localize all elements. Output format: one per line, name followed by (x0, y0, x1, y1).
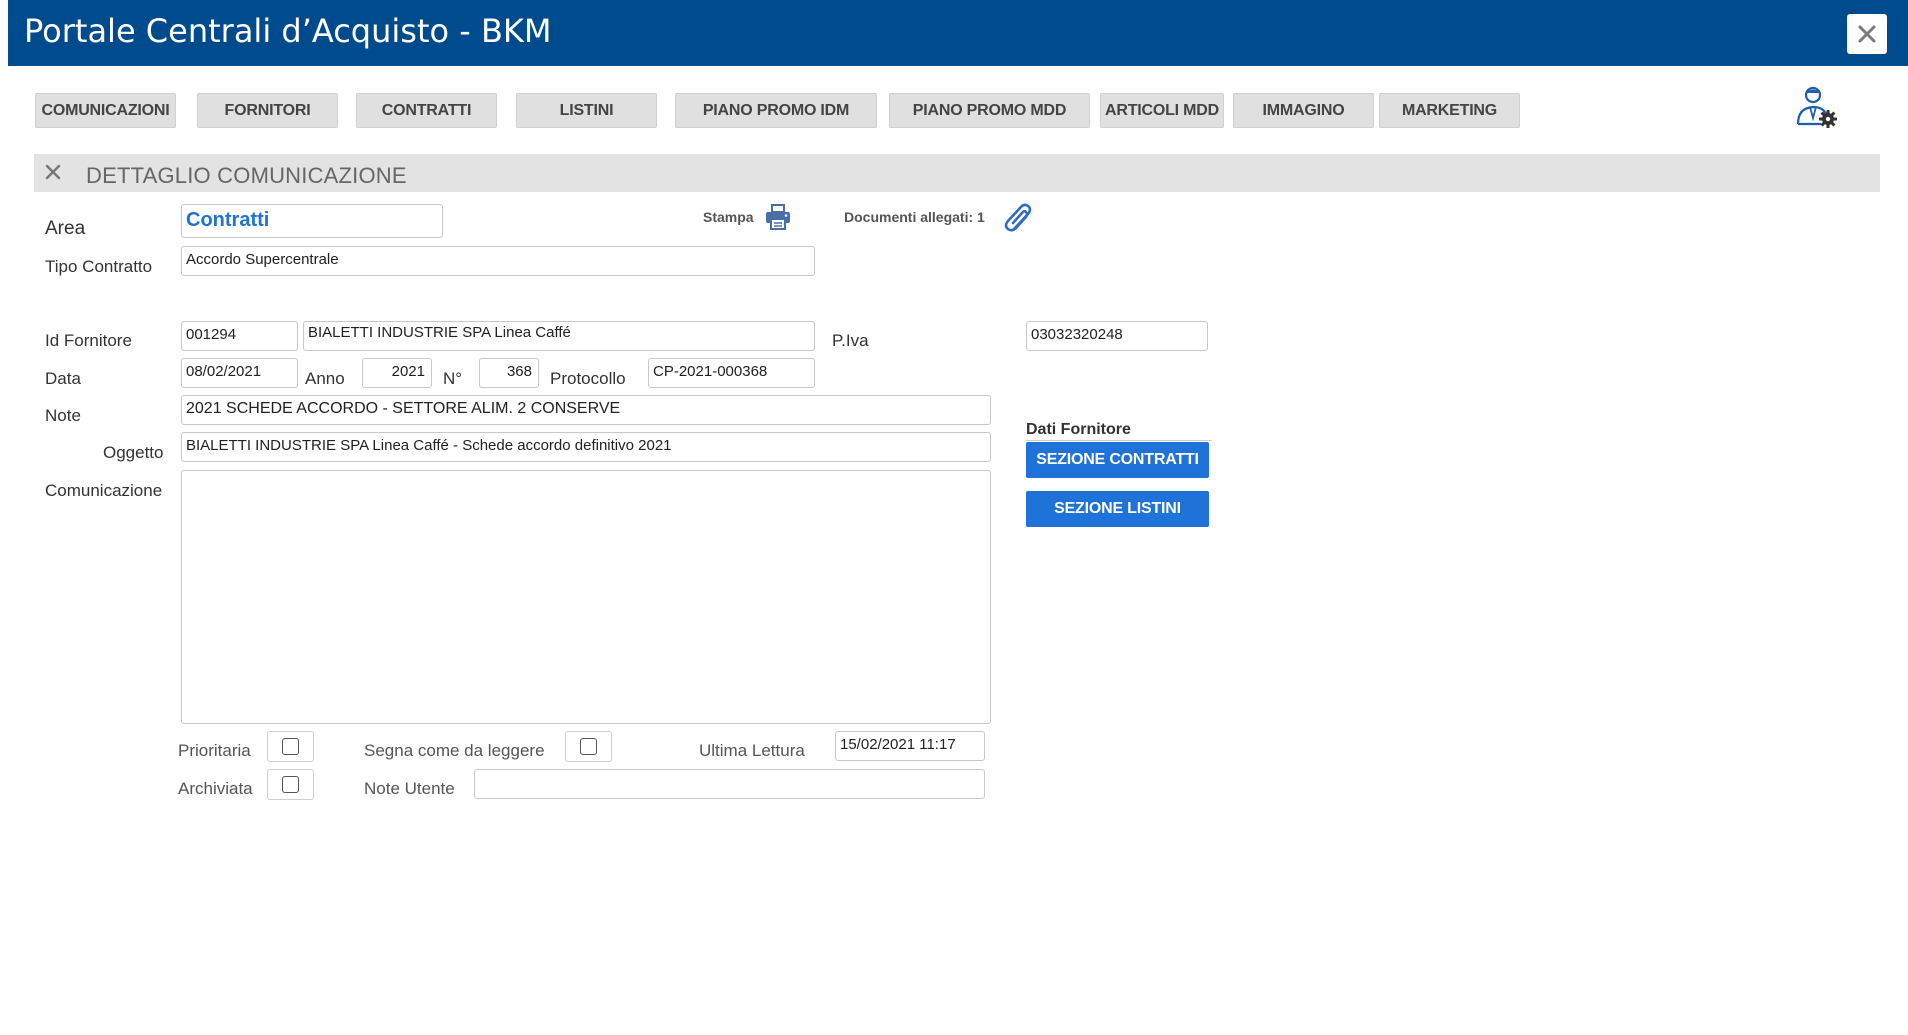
tipo-contratto-field[interactable]: Accordo Supercentrale (181, 246, 815, 276)
prioritaria-label: Prioritaria (178, 741, 251, 760)
title-bar: Portale Centrali d’Acquisto - BKM (8, 0, 1908, 66)
data-field[interactable]: 08/02/2021 (181, 358, 298, 388)
attachments-label: Documenti allegati: 1 (844, 209, 985, 225)
sezione-contratti-button[interactable]: SEZIONE CONTRATTI (1026, 442, 1209, 478)
fornitore-name-field[interactable]: BIALETTI INDUSTRIE SPA Linea Caffé (303, 321, 815, 351)
note-label: Note (45, 406, 81, 425)
app-title: Portale Centrali d’Acquisto - BKM (24, 12, 552, 50)
print-button[interactable] (764, 203, 792, 231)
numero-label: N° (443, 369, 463, 388)
nav-immagino[interactable]: IMMAGINO (1233, 93, 1374, 128)
nav-listini[interactable]: LISTINI (516, 93, 657, 128)
printer-icon (766, 204, 790, 230)
checkbox-box (282, 738, 299, 755)
print-label: Stampa (703, 209, 754, 225)
attachments-button[interactable] (1002, 202, 1036, 236)
close-icon (1858, 25, 1876, 43)
anno-label: Anno (305, 369, 345, 388)
nav-piano-promo-mdd[interactable]: PIANO PROMO MDD (889, 93, 1090, 128)
checkbox-box (282, 776, 299, 793)
user-gear-icon (1796, 86, 1837, 128)
note-utente-label: Note Utente (364, 779, 455, 798)
paperclip-icon (1004, 203, 1032, 232)
id-fornitore-label: Id Fornitore (45, 331, 132, 350)
close-icon (45, 164, 61, 180)
close-window-button[interactable] (1847, 14, 1887, 54)
note-field[interactable]: 2021 SCHEDE ACCORDO - SETTORE ALIM. 2 CO… (181, 395, 991, 425)
ultima-lettura-field[interactable]: 15/02/2021 11:17 (835, 731, 985, 761)
user-settings-button[interactable] (1793, 84, 1839, 130)
numero-field[interactable]: 368 (479, 358, 539, 388)
tipo-contratto-label: Tipo Contratto (45, 257, 153, 276)
piva-label: P.Iva (832, 331, 869, 350)
section-title: DETTAGLIO COMUNICAZIONE (86, 163, 407, 188)
oggetto-label: Oggetto (103, 443, 164, 462)
prioritaria-checkbox[interactable] (267, 731, 314, 762)
nav-comunicazioni[interactable]: COMUNICAZIONI (35, 93, 176, 128)
nav-piano-promo-idm[interactable]: PIANO PROMO IDM (675, 93, 877, 128)
protocollo-field[interactable]: CP-2021-000368 (648, 358, 815, 388)
piva-field[interactable]: 03032320248 (1026, 321, 1208, 351)
nav-articoli-mdd[interactable]: ARTICOLI MDD (1100, 93, 1224, 128)
anno-field[interactable]: 2021 (362, 358, 432, 388)
segna-da-leggere-label: Segna come da leggere (364, 741, 545, 760)
archiviata-label: Archiviata (178, 779, 253, 798)
dati-fornitore-divider (1026, 440, 1212, 441)
checkbox-box (580, 738, 597, 755)
nav-fornitori[interactable]: FORNITORI (197, 93, 338, 128)
dati-fornitore-heading: Dati Fornitore (1026, 421, 1131, 438)
close-section-button[interactable] (43, 162, 63, 182)
sezione-listini-button[interactable]: SEZIONE LISTINI (1026, 491, 1209, 527)
area-field[interactable]: Contratti (181, 204, 443, 238)
archiviata-checkbox[interactable] (267, 769, 314, 800)
note-utente-field[interactable] (474, 769, 985, 799)
protocollo-label: Protocollo (550, 369, 626, 388)
nav-contratti[interactable]: CONTRATTI (356, 93, 497, 128)
comunicazione-label: Comunicazione (45, 481, 163, 500)
segna-da-leggere-checkbox[interactable] (565, 731, 612, 762)
id-fornitore-field[interactable]: 001294 (181, 321, 298, 351)
oggetto-field[interactable]: BIALETTI INDUSTRIE SPA Linea Caffé - Sch… (181, 432, 991, 462)
data-label: Data (45, 369, 81, 388)
area-label: Area (45, 218, 86, 239)
comunicazione-textarea[interactable] (181, 470, 991, 724)
nav-marketing[interactable]: MARKETING (1379, 93, 1520, 128)
ultima-lettura-label: Ultima Lettura (699, 741, 805, 760)
